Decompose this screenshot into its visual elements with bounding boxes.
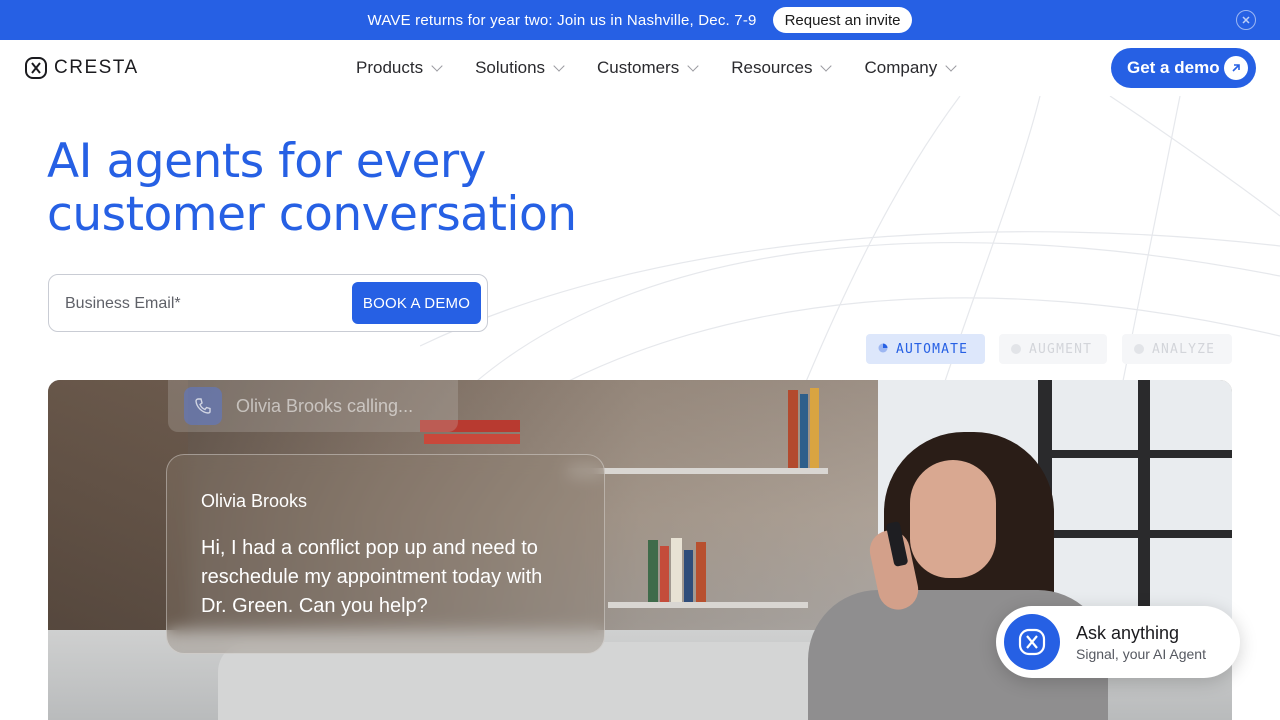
- chevron-down-icon: [687, 60, 699, 72]
- nav-label: Solutions: [475, 58, 546, 77]
- phone-icon: [184, 387, 222, 425]
- window-frame: [1138, 380, 1150, 620]
- book: [696, 542, 706, 602]
- dot-icon: [1134, 344, 1144, 354]
- tab-label: AUTOMATE: [896, 341, 969, 357]
- tab-automate[interactable]: AUTOMATE: [866, 334, 985, 364]
- nav-label: Resources: [731, 58, 813, 77]
- logo-text: CRESTA: [54, 57, 139, 78]
- chevron-down-icon: [553, 60, 565, 72]
- chevron-down-icon: [820, 60, 833, 72]
- arrow-up-right-icon: [1224, 56, 1248, 80]
- close-icon[interactable]: [1236, 10, 1256, 30]
- book-demo-button[interactable]: BOOK A DEMO: [352, 282, 481, 324]
- chevron-down-icon: [945, 60, 957, 72]
- incoming-call-banner: Olivia Brooks calling...: [168, 380, 458, 432]
- get-demo-button[interactable]: Get a demo: [1111, 48, 1256, 88]
- book: [800, 394, 808, 468]
- book: [788, 390, 798, 468]
- caller-name: Olivia Brooks: [201, 491, 308, 511]
- nav-item-solutions[interactable]: Solutions: [475, 58, 565, 78]
- chevron-down-icon: [431, 60, 443, 72]
- nav-label: Customers: [597, 58, 680, 77]
- hero-title: AI agents for every customer conversatio…: [47, 135, 667, 241]
- calling-text: Olivia Brooks calling...: [236, 395, 414, 416]
- dot-icon: [1011, 344, 1021, 354]
- shelf: [568, 468, 828, 474]
- tab-label: AUGMENT: [1029, 341, 1093, 357]
- book: [684, 550, 693, 602]
- person-face: [910, 460, 996, 578]
- announcement-bar: WAVE returns for year two: Join us in Na…: [0, 0, 1280, 40]
- nav-item-customers[interactable]: Customers: [597, 58, 699, 78]
- window-frame: [1048, 530, 1232, 538]
- book: [648, 540, 658, 602]
- request-invite-button[interactable]: Request an invite: [772, 7, 913, 33]
- nav-label: Products: [356, 58, 424, 77]
- nav-item-products[interactable]: Products: [356, 58, 443, 78]
- book: [810, 388, 819, 468]
- window-frame: [1048, 450, 1232, 458]
- hero-title-line-1: AI agents for every: [47, 134, 487, 189]
- demo-email-form: BOOK A DEMO: [48, 274, 488, 332]
- nav-item-company[interactable]: Company: [864, 58, 957, 78]
- hero-title-line-2: customer conversation: [47, 187, 577, 242]
- nav-label: Company: [864, 58, 938, 77]
- ask-text: Ask anything Signal, your AI Agent: [1076, 623, 1206, 662]
- tab-label: ANALYZE: [1152, 341, 1216, 357]
- main-nav: CRESTA Products Solutions Customers Reso…: [0, 40, 1280, 96]
- cresta-agent-icon: [1004, 614, 1060, 670]
- book: [671, 538, 682, 602]
- tab-augment[interactable]: AUGMENT: [999, 334, 1107, 364]
- cresta-logo[interactable]: CRESTA: [24, 56, 139, 80]
- ask-subtitle: Signal, your AI Agent: [1076, 645, 1206, 662]
- book: [424, 434, 520, 444]
- ask-title: Ask anything: [1076, 622, 1180, 643]
- chat-bubble: Olivia Brooks Hi, I had a conflict pop u…: [166, 454, 605, 654]
- tab-analyze[interactable]: ANALYZE: [1122, 334, 1232, 364]
- get-demo-label: Get a demo: [1127, 58, 1220, 77]
- caller-message: Hi, I had a conflict pop up and need to …: [201, 537, 543, 617]
- announcement-text: WAVE returns for year two: Join us in Na…: [367, 11, 757, 29]
- business-email-input[interactable]: [65, 293, 335, 315]
- shelf: [608, 602, 808, 608]
- ask-ai-agent-widget[interactable]: Ask anything Signal, your AI Agent: [996, 606, 1240, 678]
- nav-links: Products Solutions Customers Resources C…: [356, 40, 989, 96]
- nav-item-resources[interactable]: Resources: [731, 58, 833, 78]
- cresta-logo-icon: [25, 57, 47, 79]
- pie-icon: [878, 342, 888, 357]
- book: [660, 546, 669, 602]
